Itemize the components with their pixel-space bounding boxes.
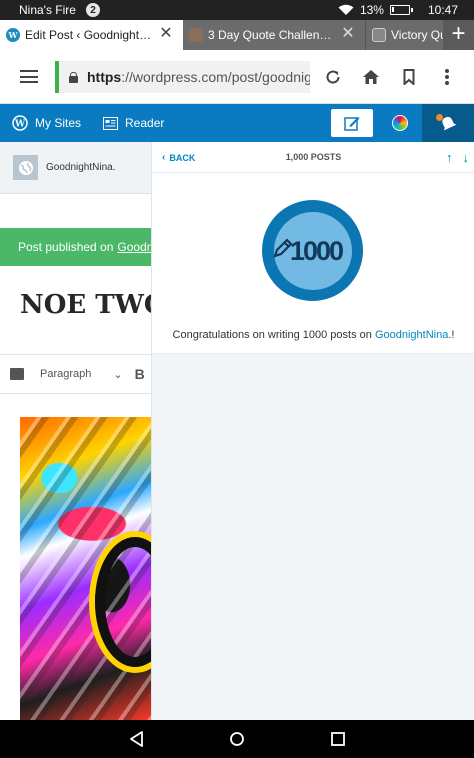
message-suffix: ! <box>451 329 455 341</box>
my-sites-link[interactable]: W My Sites <box>12 104 81 142</box>
wordpress-masterbar: W My Sites Reader <box>0 104 474 142</box>
wordpress-favicon-icon: W <box>6 28 20 42</box>
close-tab-icon[interactable]: ✕ <box>159 26 173 42</box>
notifications-button[interactable] <box>422 104 474 142</box>
arrow-down-icon[interactable]: ↓ <box>463 150 470 165</box>
publish-notice-text: Post published on <box>18 240 114 254</box>
notification-panel: 1,000 POSTS ‹ BACK ↑ ↓ 1000 Congratulati… <box>151 142 474 720</box>
bookmark-icon[interactable] <box>399 67 419 87</box>
back-label: BACK <box>169 152 196 163</box>
image-block-icon[interactable] <box>10 368 24 380</box>
menu-icon[interactable] <box>20 70 38 83</box>
url-path: ://wordpress.com/post/goodnightr <box>121 69 310 85</box>
new-tab-button[interactable]: + <box>443 20 474 50</box>
reader-link[interactable]: Reader <box>103 104 164 142</box>
reload-icon[interactable] <box>323 67 343 87</box>
message-text: Congratulations on writing 1000 posts on <box>172 329 375 341</box>
post-editor: GoodnightNina. Post published on Goodn N… <box>0 142 151 720</box>
recents-square-icon[interactable] <box>328 729 348 749</box>
chevron-left-icon: ‹ <box>162 152 166 163</box>
svg-text:W: W <box>8 30 18 40</box>
site-favicon-icon <box>372 28 386 42</box>
site-selector[interactable]: GoodnightNina. <box>0 142 151 194</box>
close-tab-icon[interactable]: ✕ <box>341 26 355 42</box>
tab-title: Edit Post ‹ Goodnight… <box>25 28 152 42</box>
publish-notice-link[interactable]: Goodn <box>117 240 151 254</box>
post-title[interactable]: NOE TWO <box>20 290 151 320</box>
notification-title: 1,000 POSTS <box>285 152 342 162</box>
block-toolbar: Paragraph ⌄ B <box>0 354 151 394</box>
site-name: GoodnightNina. <box>46 162 116 173</box>
write-post-button[interactable] <box>331 109 373 137</box>
lock-icon <box>69 71 78 83</box>
block-type-selector[interactable]: Paragraph <box>40 368 91 380</box>
notification-header: 1,000 POSTS ‹ BACK ↑ ↓ <box>152 142 474 173</box>
notification-count-badge: 2 <box>85 3 100 17</box>
my-sites-label: My Sites <box>35 116 82 130</box>
home-circle-icon[interactable] <box>227 729 247 749</box>
back-button[interactable]: ‹ BACK <box>162 152 195 163</box>
edit-icon <box>344 117 360 131</box>
wifi-icon <box>338 4 354 15</box>
browser-toolbar: https://wordpress.com/post/goodnightr <box>0 50 474 104</box>
tab-title: 3 Day Quote Challen… <box>208 28 332 42</box>
clock: 10:47 <box>427 3 458 17</box>
wordpress-logo-icon: W <box>12 115 28 131</box>
publish-notice: Post published on Goodn <box>0 228 151 266</box>
reader-label: Reader <box>125 116 165 130</box>
user-avatar[interactable] <box>392 115 408 131</box>
globe-icon <box>13 155 38 180</box>
overflow-menu-icon[interactable] <box>437 67 457 87</box>
tab-victory-quotes[interactable]: Victory Qu <box>365 20 443 50</box>
message-site-link[interactable]: GoodnightNina. <box>375 329 451 341</box>
tab-title: Victory Qu <box>391 28 443 42</box>
svg-text:W: W <box>14 120 26 130</box>
badge-number: 1000 <box>290 236 344 266</box>
screen: Nina's Fire 2 13% 10:47 W Edit Post ‹ Go… <box>0 0 474 758</box>
chevron-down-icon[interactable]: ⌄ <box>113 368 122 381</box>
congratulations-message: Congratulations on writing 1000 posts on… <box>152 329 474 341</box>
device-name: Nina's Fire <box>19 3 76 17</box>
battery-percent: 13% <box>359 3 384 17</box>
home-icon[interactable] <box>361 67 381 87</box>
notification-nav: ↑ ↓ <box>446 150 469 165</box>
tab-quote-challenge[interactable]: 3 Day Quote Challen… ✕ <box>183 20 365 50</box>
bold-button[interactable]: B <box>135 366 145 382</box>
system-navigation-bar <box>0 720 474 758</box>
achievement-card: 1000 Congratulations on writing 1000 pos… <box>152 173 474 354</box>
address-bar[interactable]: https://wordpress.com/post/goodnightr <box>55 61 310 93</box>
post-image[interactable] <box>20 417 151 720</box>
battery-icon <box>389 5 413 15</box>
achievement-badge: 1000 <box>262 200 363 301</box>
back-triangle-icon[interactable] <box>127 729 147 749</box>
url-scheme: https <box>87 69 122 85</box>
status-bar: Nina's Fire 2 13% 10:47 <box>0 0 474 20</box>
unread-dot <box>436 114 443 121</box>
arrow-up-icon[interactable]: ↑ <box>446 150 453 165</box>
tab-edit-post[interactable]: W Edit Post ‹ Goodnight… ✕ <box>0 20 183 50</box>
browser-tab-strip: W Edit Post ‹ Goodnight… ✕ 3 Day Quote C… <box>0 20 474 50</box>
reader-icon <box>103 116 118 130</box>
site-favicon-icon <box>189 28 203 42</box>
